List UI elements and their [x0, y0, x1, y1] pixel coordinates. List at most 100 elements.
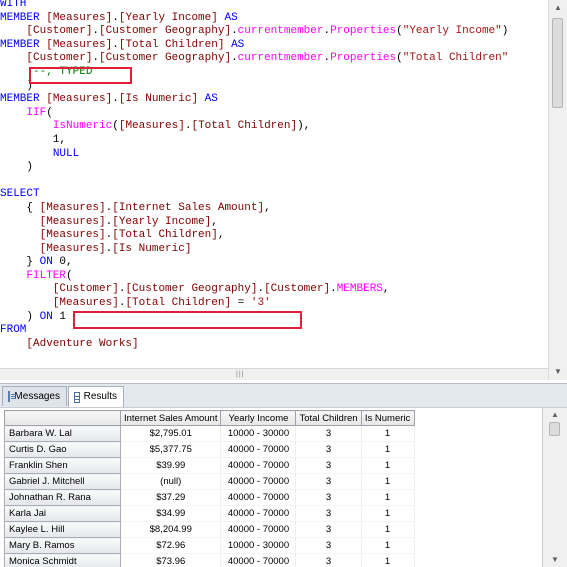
grid-cell[interactable]: 3	[295, 457, 362, 474]
code-line[interactable]: WITH	[0, 0, 508, 12]
code-line[interactable]	[0, 175, 508, 189]
table-row[interactable]: Mary B. Ramos $72.96 10000 - 30000 3 1	[4, 537, 415, 554]
code-line[interactable]: 1,	[0, 134, 508, 148]
tab-messages[interactable]: Messages	[2, 386, 67, 406]
grid-cell[interactable]: 40000 - 70000	[220, 505, 297, 522]
results-grid[interactable]: Internet Sales Amount Yearly Income Tota…	[4, 410, 542, 567]
editor-horizontal-scrollbar[interactable]: |||	[0, 368, 548, 380]
query-text[interactable]: WITH MEMBER [Measures].[Yearly Income] AS…	[0, 0, 508, 351]
grid-cell[interactable]: 40000 - 70000	[220, 457, 297, 474]
tab-messages-label: Messages	[14, 390, 60, 402]
grid-cell[interactable]: $39.99	[120, 457, 222, 474]
grid-cell[interactable]: 1	[361, 425, 415, 442]
editor-vertical-scrollbar[interactable]: ▲ ▼	[548, 0, 567, 380]
code-line[interactable]: MEMBER [Measures].[Yearly Income] AS	[0, 12, 508, 26]
code-line[interactable]: [Measures].[Total Children],	[0, 229, 508, 243]
code-token: ON	[39, 256, 53, 269]
code-line[interactable]: { [Measures].[Internet Sales Amount],	[0, 202, 508, 216]
grid-cell[interactable]: $37.29	[120, 489, 222, 506]
table-row[interactable]: Gabriel J. Mitchell (null) 40000 - 70000 3 1	[4, 473, 415, 490]
scroll-down-arrow-icon[interactable]: ▼	[552, 366, 564, 378]
scroll-grip-icon[interactable]: |||	[236, 371, 244, 378]
row-header-cell[interactable]: Johnathan R. Rana	[4, 489, 121, 506]
grid-cell[interactable]: 3	[295, 505, 362, 522]
code-line[interactable]: [Measures].[Is Numeric]	[0, 243, 508, 257]
scroll-up-arrow-icon[interactable]: ▲	[552, 2, 564, 14]
table-row[interactable]: Kaylee L. Hill $8,204.99 40000 - 70000 3 1	[4, 521, 415, 538]
results-vertical-scrollbar[interactable]: ▲ ▼	[542, 408, 567, 567]
grid-cell[interactable]: $2,795.01	[120, 425, 222, 442]
code-line[interactable]: SELECT	[0, 188, 508, 202]
grid-cell[interactable]: 1	[361, 457, 415, 474]
grid-cell[interactable]: $5,377.75	[120, 441, 222, 458]
grid-cell[interactable]: 3	[295, 537, 362, 554]
code-line[interactable]: [Measures].[Total Children] = '3'	[0, 297, 508, 311]
table-row[interactable]: Karla Jai $34.99 40000 - 70000 3 1	[4, 505, 415, 522]
row-header-cell[interactable]: Karla Jai	[4, 505, 121, 522]
row-header-cell[interactable]: Gabriel J. Mitchell	[4, 473, 121, 490]
scroll-thumb[interactable]	[552, 18, 563, 108]
grid-cell[interactable]: 40000 - 70000	[220, 489, 297, 506]
grid-cell[interactable]: 40000 - 70000	[220, 553, 297, 567]
table-row[interactable]: Johnathan R. Rana $37.29 40000 - 70000 3 1	[4, 489, 415, 506]
row-header-cell[interactable]: Mary B. Ramos	[4, 537, 121, 554]
column-header[interactable]: Internet Sales Amount	[119, 410, 222, 426]
row-header-cell[interactable]: Kaylee L. Hill	[4, 521, 121, 538]
code-line[interactable]: [Customer].[Customer Geography].currentm…	[0, 52, 508, 66]
row-header-cell[interactable]: Barbara W. Lal	[4, 425, 121, 442]
code-line[interactable]: NULL	[0, 148, 508, 162]
scroll-down-arrow-icon[interactable]: ▼	[549, 554, 561, 566]
scroll-thumb[interactable]	[549, 422, 560, 436]
grid-cell[interactable]: 3	[295, 473, 362, 490]
table-row[interactable]: Barbara W. Lal $2,795.01 10000 - 30000 3 1	[4, 425, 415, 442]
grid-cell[interactable]: 1	[361, 441, 415, 458]
grid-cell[interactable]: 3	[295, 489, 362, 506]
code-line[interactable]: MEMBER [Measures].[Total Children] AS	[0, 39, 508, 53]
grid-cell[interactable]: 3	[295, 521, 362, 538]
table-row[interactable]: Curtis D. Gao $5,377.75 40000 - 70000 3 1	[4, 441, 415, 458]
row-header-cell[interactable]: Curtis D. Gao	[4, 441, 121, 458]
grid-cell[interactable]: 3	[295, 553, 362, 567]
grid-cell[interactable]: $8,204.99	[120, 521, 222, 538]
code-line[interactable]: [Measures].[Yearly Income],	[0, 216, 508, 230]
grid-cell[interactable]: 40000 - 70000	[220, 521, 297, 538]
grid-cell[interactable]: (null)	[120, 473, 222, 490]
grid-cell[interactable]: $73.96	[120, 553, 222, 567]
grid-cell[interactable]: 1	[361, 489, 415, 506]
grid-cell[interactable]: 10000 - 30000	[220, 425, 297, 442]
grid-cell[interactable]: 3	[295, 425, 362, 442]
code-token: ,	[211, 215, 218, 228]
grid-cell[interactable]: 3	[295, 441, 362, 458]
code-line[interactable]: MEMBER [Measures].[Is Numeric] AS	[0, 93, 508, 107]
code-line[interactable]: )	[0, 161, 508, 175]
table-row[interactable]: Franklin Shen $39.99 40000 - 70000 3 1	[4, 457, 415, 474]
column-header[interactable]: Total Children	[295, 410, 362, 426]
code-line[interactable]: [Customer].[Customer Geography].currentm…	[0, 25, 508, 39]
code-line[interactable]: FILTER(	[0, 270, 508, 284]
grid-cell[interactable]: 1	[361, 553, 415, 567]
code-line[interactable]: IsNumeric([Measures].[Total Children]),	[0, 120, 508, 134]
grid-cell[interactable]: 1	[361, 473, 415, 490]
table-row[interactable]: Monica Schmidt $73.96 40000 - 70000 3 1	[4, 553, 415, 567]
scroll-up-arrow-icon[interactable]: ▲	[549, 409, 561, 421]
query-editor[interactable]: WITH MEMBER [Measures].[Yearly Income] AS…	[0, 0, 548, 368]
grid-cell[interactable]: 1	[361, 521, 415, 538]
code-line[interactable]: IIF(	[0, 107, 508, 121]
row-header-cell[interactable]: Franklin Shen	[4, 457, 121, 474]
tab-results[interactable]: Results	[68, 386, 124, 407]
column-header[interactable]: Is Numeric	[360, 410, 415, 426]
grid-cell[interactable]: 1	[361, 505, 415, 522]
code-line[interactable]: [Customer].[Customer Geography].[Custome…	[0, 283, 508, 297]
grid-cell[interactable]: 40000 - 70000	[220, 473, 297, 490]
code-line[interactable]: [Adventure Works]	[0, 338, 508, 352]
grid-cell[interactable]: 10000 - 30000	[220, 537, 297, 554]
code-line[interactable]: } ON 0,	[0, 256, 508, 270]
grid-cell[interactable]: 40000 - 70000	[220, 441, 297, 458]
grid-corner-header[interactable]	[4, 410, 121, 426]
row-header-cell[interactable]: Monica Schmidt	[4, 553, 121, 567]
grid-cell[interactable]: $72.96	[120, 537, 222, 554]
grid-cell[interactable]: $34.99	[120, 505, 222, 522]
grid-cell[interactable]: 1	[361, 537, 415, 554]
column-header[interactable]: Yearly Income	[220, 410, 297, 426]
